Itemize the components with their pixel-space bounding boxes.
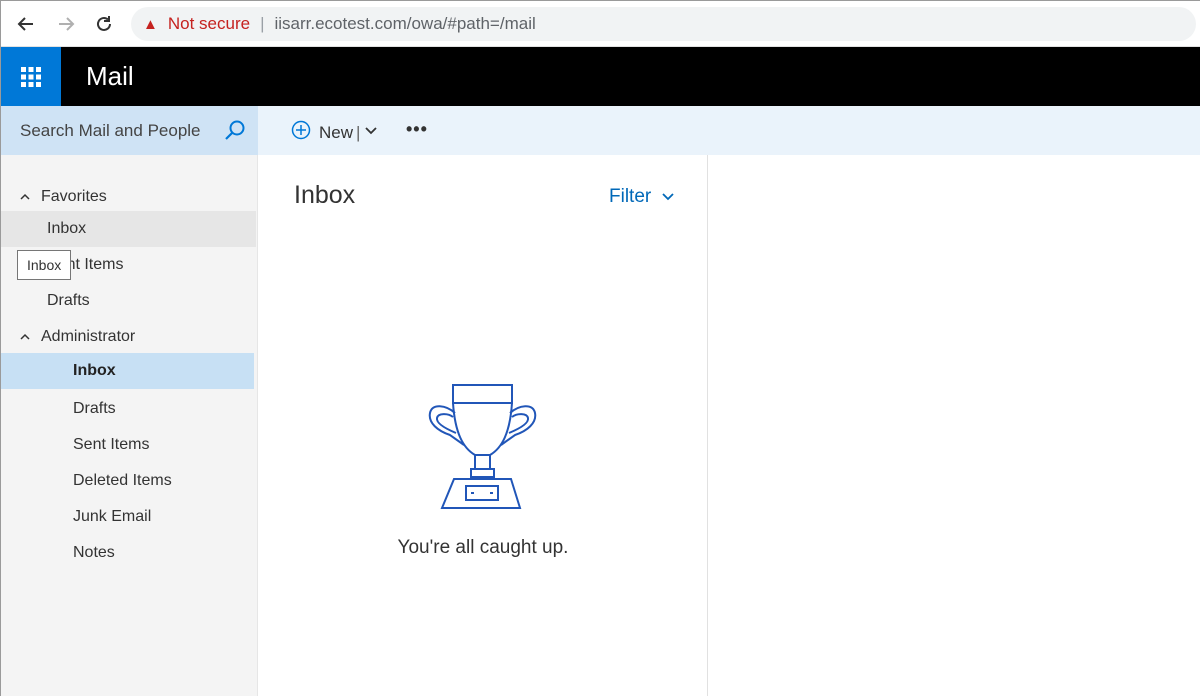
list-title: Inbox xyxy=(294,181,356,209)
chevron-down-icon[interactable] xyxy=(364,123,378,143)
folder-inbox[interactable]: Inbox xyxy=(1,353,254,389)
forward-arrow-icon[interactable] xyxy=(53,11,79,37)
folder-label: Notes xyxy=(73,544,115,561)
account-group[interactable]: Administrator xyxy=(1,319,256,355)
chevron-up-icon xyxy=(19,331,33,343)
empty-state-message: You're all caught up. xyxy=(397,537,569,558)
command-bar: New | ••• xyxy=(258,106,1200,155)
new-button-label: New xyxy=(319,122,354,142)
folder-label: Sent Items xyxy=(73,436,150,453)
account-label: Administrator xyxy=(41,328,136,345)
search-icon[interactable] xyxy=(224,119,246,146)
app-header: Mail xyxy=(1,47,1200,106)
chevron-down-icon xyxy=(662,193,674,201)
app-title: Mail xyxy=(86,61,134,91)
search-placeholder: Search Mail and People xyxy=(20,120,201,140)
folder-notes[interactable]: Notes xyxy=(1,535,256,571)
favorites-group[interactable]: Favorites xyxy=(1,179,256,215)
security-status[interactable]: Not secure xyxy=(168,14,250,34)
warning-icon: ▲ xyxy=(143,15,158,33)
reload-icon[interactable] xyxy=(91,11,117,37)
folder-label: Deleted Items xyxy=(73,472,172,489)
folder-label: Inbox xyxy=(73,362,116,379)
reading-pane xyxy=(708,155,1200,696)
folder-label: Drafts xyxy=(47,292,90,309)
search-input[interactable]: Search Mail and People xyxy=(1,106,258,155)
folder-label: Drafts xyxy=(73,400,116,417)
more-actions-button[interactable]: ••• xyxy=(406,119,428,140)
folder-label: Inbox xyxy=(47,220,87,237)
folder-junk-email[interactable]: Junk Email xyxy=(1,499,256,535)
folder-sent-items[interactable]: Sent Items xyxy=(1,427,256,463)
folder-drafts[interactable]: Drafts xyxy=(1,391,256,427)
plus-circle-icon xyxy=(291,120,311,145)
filter-label: Filter xyxy=(609,186,652,207)
favorites-item-inbox[interactable]: Inbox xyxy=(1,211,256,247)
favorites-label: Favorites xyxy=(41,188,107,205)
address-separator: | xyxy=(260,14,265,33)
folder-deleted-items[interactable]: Deleted Items xyxy=(1,463,256,499)
message-list: Inbox Filter You're all caught up. xyxy=(258,155,708,696)
app-launcher-icon[interactable] xyxy=(1,47,61,106)
filter-button[interactable]: Filter xyxy=(609,186,675,208)
trophy-icon xyxy=(428,383,538,518)
folder-label: Junk Email xyxy=(73,508,152,525)
new-message-button[interactable]: New | xyxy=(291,120,378,145)
favorites-item-drafts[interactable]: Drafts xyxy=(1,283,256,319)
split-separator: | xyxy=(356,122,361,142)
address-bar[interactable]: ▲ Not secure | iisarr.ecotest.com/owa/#p… xyxy=(131,7,1196,41)
folder-pane: Favorites Inbox Sent Items Drafts Admini… xyxy=(1,155,258,696)
url-text[interactable]: iisarr.ecotest.com/owa/#path=/mail xyxy=(274,14,535,34)
browser-toolbar: ▲ Not secure | iisarr.ecotest.com/owa/#p… xyxy=(1,1,1200,47)
back-arrow-icon[interactable] xyxy=(13,11,39,37)
chevron-up-icon xyxy=(19,191,33,203)
drag-tooltip: Inbox xyxy=(17,250,72,280)
